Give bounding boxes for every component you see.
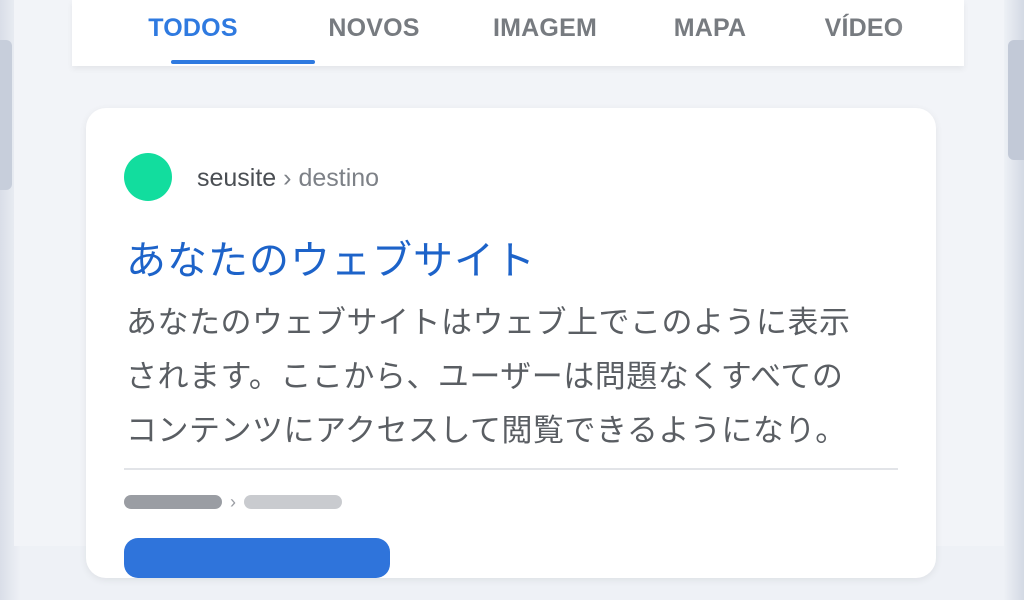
card-divider (124, 468, 898, 470)
breadcrumb-separator: › (283, 164, 292, 192)
snippet-line: あなたのウェブサイトはウェブ上でこのように表示 (126, 305, 851, 341)
active-tab-indicator (171, 60, 315, 64)
tabs-scroll-fade (894, 0, 964, 60)
device-side-button-left (0, 40, 12, 190)
placeholder-separator: › (230, 492, 236, 512)
result-snippet: あなたのウェブサイトはウェブ上でこのように表示 されます。ここから、ユーザーは問… (126, 296, 916, 458)
search-tabs-bar: TODOS NOVOS IMAGEM MAPA VÍDEO (72, 0, 964, 66)
tab-mapa[interactable]: MAPA (660, 14, 760, 50)
site-favicon (124, 153, 172, 201)
tab-todos[interactable]: TODOS (133, 14, 253, 50)
phone-screen: TODOS NOVOS IMAGEM MAPA VÍDEO seusite › … (14, 0, 1004, 578)
placeholder-breadcrumb-bar (124, 495, 222, 509)
snippet-line: コンテンツにアクセスして閲覧できるようになり。 (126, 413, 847, 449)
breadcrumb-site: seusite (197, 164, 277, 192)
placeholder-button[interactable] (124, 538, 390, 578)
search-result-card: seusite › destino あなたのウェブサイト あなたのウェブサイトは… (86, 108, 936, 578)
device-side-button-right (1008, 40, 1024, 160)
tab-novos[interactable]: NOVOS (314, 14, 434, 50)
breadcrumb-path: destino (298, 164, 380, 192)
tab-imagem[interactable]: IMAGEM (480, 14, 610, 50)
placeholder-breadcrumb-bar (244, 495, 342, 509)
result-breadcrumb[interactable]: seusite › destino (197, 164, 379, 193)
snippet-line: されます。ここから、ユーザーは問題なくすべての (126, 359, 844, 395)
result-title-link[interactable]: あなたのウェブサイト (126, 228, 536, 286)
